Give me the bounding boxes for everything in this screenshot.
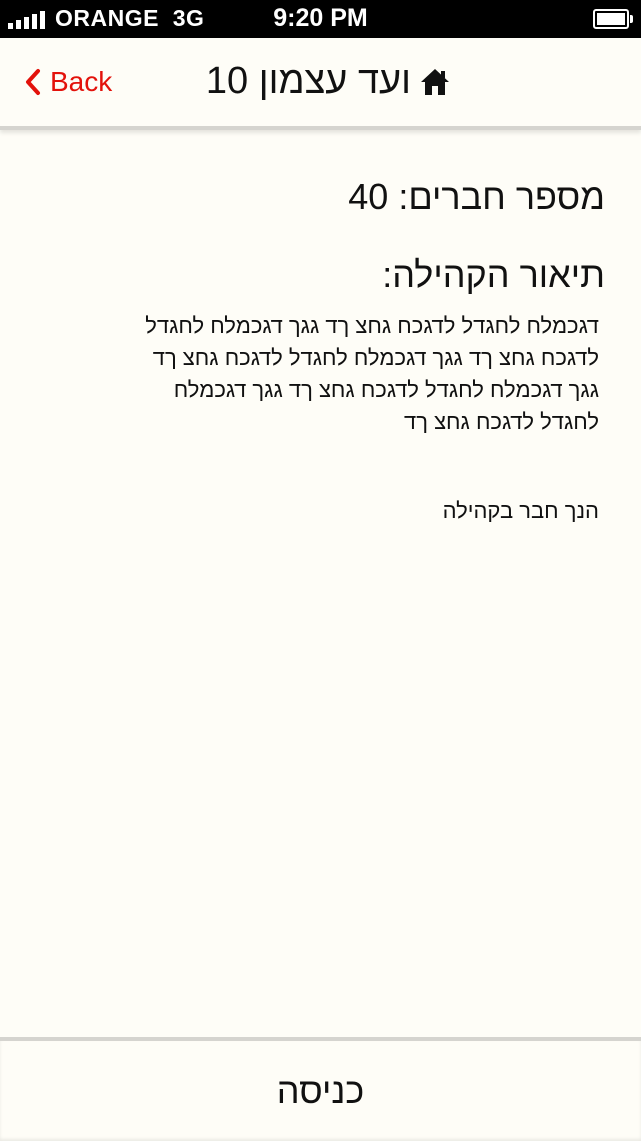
status-bar: ORANGE 3G 9:20 PM xyxy=(0,0,641,38)
navigation-bar: Back ועד עצמון 10 xyxy=(0,38,641,130)
members-count: 40 xyxy=(348,176,389,217)
chevron-left-icon xyxy=(26,69,40,95)
status-time: 9:20 PM xyxy=(273,4,368,32)
description-heading: תיאור הקהילה: xyxy=(382,254,605,295)
members-label: מספר חברים: xyxy=(398,176,605,217)
back-button[interactable]: Back xyxy=(24,66,112,98)
description-line: לדגכח גחצ ךד גגך דגכמלח לחגדל לדגכח גחצ … xyxy=(152,345,599,370)
battery-icon xyxy=(593,9,633,29)
bottom-bar: כניסה xyxy=(0,1037,641,1141)
enter-button[interactable]: כניסה xyxy=(247,1062,395,1120)
description-text: דגכמלח לחגדל לדגכח גחצ ךד גגך דגכמלח לחג… xyxy=(79,310,599,438)
page-title: ועד עצמון 10 xyxy=(206,60,451,103)
members-count-row: מספר חברים: 40 xyxy=(348,176,605,218)
back-label: Back xyxy=(50,66,113,97)
community-details: מספר חברים: 40 תיאור הקהילה: דגכמלח לחגד… xyxy=(0,130,641,1040)
description-line: דגכמלח לחגדל לדגכח גחצ ךד גגך דגכמלח לחג… xyxy=(145,313,599,338)
description-line: לחגדל לדגכח גחצ ךד xyxy=(404,409,599,434)
membership-status: הנך חבר בקהילה xyxy=(442,498,599,523)
page-title-text: ועד עצמון 10 xyxy=(205,60,411,102)
description-line: גגך דגכמלח לחגדל לדגכח גחצ ךד גגך דגכמלח xyxy=(173,377,599,402)
home-icon xyxy=(421,68,449,95)
